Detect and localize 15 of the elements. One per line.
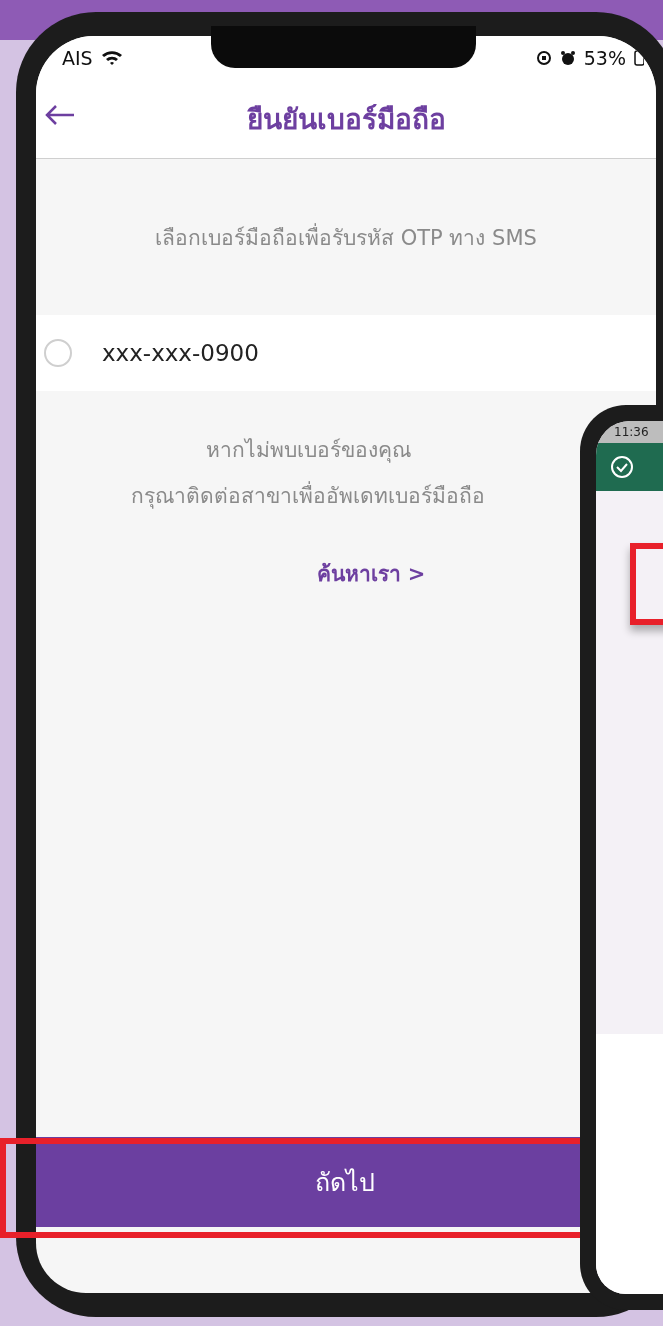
phone-number-option[interactable]: xxx-xxx-0900 [36,315,656,391]
back-arrow-icon [44,104,76,126]
wifi-icon [100,50,123,66]
page-title: ยืนยันเบอร์มือถือ [246,102,446,138]
time-label: 11:36 [614,425,649,439]
radio-button[interactable] [44,339,72,367]
carrier-label: AIS [62,47,93,69]
next-button[interactable]: ถัดไป [36,1137,580,1227]
check-circle-icon [610,455,634,479]
rotation-lock-icon [535,50,552,66]
battery-percentage: 53% [583,47,626,69]
help-text: หากไม่พบเบอร์ของคุณ กรุณาติดต่อสาขาเพื่ออัพเดทเบอร์มือถือ [131,437,485,511]
alarm-icon [559,50,576,66]
instruction-text: เลือกเบอร์มือถือเพื่อรับรหัส OTP ทาง SMS [154,222,538,252]
find-us-link[interactable]: ค้นหาเรา > [316,557,426,590]
